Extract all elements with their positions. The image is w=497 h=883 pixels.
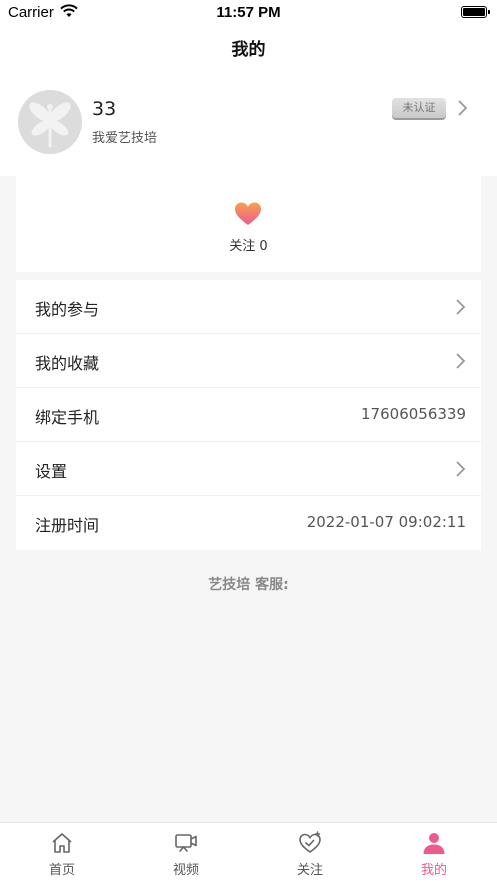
menu-item-favorites[interactable]: 我的收藏 — [16, 334, 481, 388]
menu-item-settings[interactable]: 设置 — [16, 442, 481, 496]
tab-video[interactable]: 视频 — [124, 823, 248, 883]
tab-mine[interactable]: 我的 — [372, 823, 496, 883]
video-icon — [175, 834, 197, 852]
status-bar: Carrier 11:57 PM — [0, 0, 497, 26]
verification-status-badge[interactable]: 未认证 — [392, 98, 446, 118]
menu-item-bind-phone[interactable]: 绑定手机 17606056339 — [16, 388, 481, 442]
chevron-right-icon — [456, 461, 466, 477]
profile-header[interactable]: 33 我爱艺技培 未认证 — [0, 78, 497, 176]
tab-label: 视频 — [172, 863, 199, 878]
menu-item-participation[interactable]: 我的参与 — [16, 280, 481, 334]
tab-follow[interactable]: 关注 — [248, 823, 372, 883]
phone-number-value: 17606056339 — [361, 405, 466, 423]
tab-label: 我的 — [420, 863, 447, 878]
person-icon — [423, 833, 445, 854]
customer-service-text[interactable]: 艺技培 客服: — [0, 574, 497, 594]
battery-icon — [461, 6, 490, 18]
user-subtitle: 我爱艺技培 — [92, 131, 158, 146]
page-title: 我的 — [0, 26, 497, 78]
tab-label: 首页 — [48, 863, 75, 878]
tab-label: 关注 — [296, 863, 323, 878]
menu-item-register-time: 注册时间 2022-01-07 09:02:11 — [16, 496, 481, 550]
heart-follow-icon — [299, 831, 321, 853]
menu-item-label: 我的收藏 — [35, 354, 100, 373]
menu-item-label: 设置 — [35, 462, 68, 481]
tab-home[interactable]: 首页 — [0, 823, 124, 883]
tab-bar: 首页 视频 关注 我的 — [0, 822, 497, 883]
avatar[interactable] — [18, 90, 82, 154]
heart-icon — [235, 202, 261, 225]
user-name: 33 — [92, 98, 117, 120]
menu-item-label: 绑定手机 — [35, 408, 100, 427]
menu-item-label: 注册时间 — [35, 516, 100, 535]
status-time: 11:57 PM — [216, 4, 281, 21]
dragonfly-logo-icon — [29, 102, 71, 148]
menu-item-label: 我的参与 — [35, 300, 100, 319]
home-icon — [52, 833, 72, 853]
chevron-right-icon[interactable] — [456, 98, 470, 118]
register-time-value: 2022-01-07 09:02:11 — [306, 513, 466, 531]
menu-list: 我的参与 我的收藏 绑定手机 17606056339 设置 注册时间 2022-… — [16, 280, 481, 550]
chevron-right-icon — [456, 353, 466, 369]
follow-card[interactable]: 关注 0 — [16, 176, 481, 272]
chevron-right-icon — [456, 299, 466, 315]
follow-count-label: 关注 0 — [229, 239, 268, 254]
